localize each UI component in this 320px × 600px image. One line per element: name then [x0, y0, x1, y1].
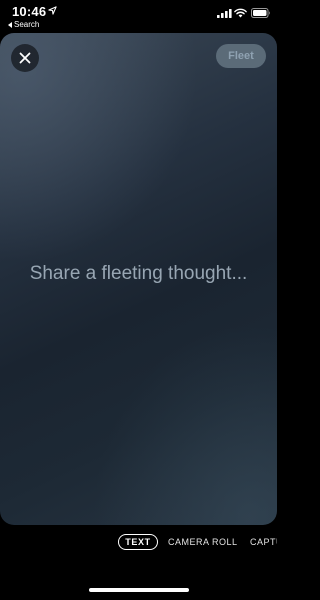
mode-tab-text[interactable]: TEXT — [118, 534, 158, 550]
fleet-composer-screen: 10:46 Search Fleet Share a fleeting thou… — [0, 0, 277, 600]
location-arrow-icon — [48, 6, 57, 15]
fleet-button[interactable]: Fleet — [216, 44, 266, 68]
back-to-app-link[interactable]: Search — [8, 20, 39, 29]
wifi-icon — [234, 8, 247, 18]
back-app-label: Search — [14, 20, 40, 29]
back-triangle-icon — [8, 21, 12, 28]
mode-tab-camera-roll[interactable]: CAMERA ROLL — [168, 537, 238, 547]
close-button[interactable] — [11, 44, 39, 72]
status-time: 10:46 — [12, 4, 47, 19]
battery-icon — [251, 8, 270, 18]
close-icon — [19, 52, 31, 64]
mode-tab-capture[interactable]: CAPTU — [250, 537, 277, 547]
fleet-text-input[interactable]: Share a fleeting thought... — [0, 263, 277, 285]
home-indicator[interactable] — [89, 588, 189, 592]
status-bar: 10:46 Search — [0, 0, 277, 32]
cellular-signal-icon — [217, 9, 232, 18]
fleet-composer-card[interactable]: Fleet Share a fleeting thought... — [0, 33, 277, 525]
mode-selector: TEXT CAMERA ROLL CAPTU — [0, 533, 277, 553]
